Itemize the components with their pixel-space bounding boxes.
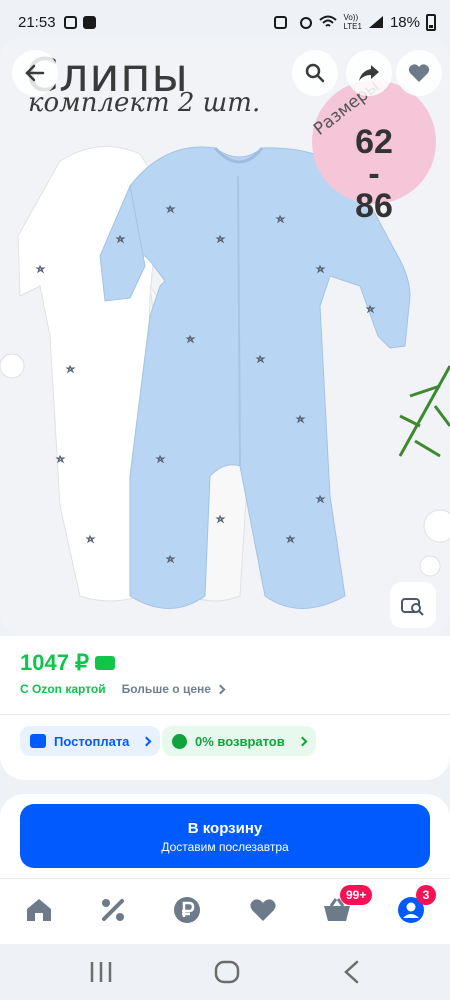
price-card: 1047 ₽ С Ozon картой Больше о цене Посто… — [0, 636, 450, 780]
favorite-button[interactable] — [396, 50, 442, 96]
status-time: 21:53 — [18, 13, 56, 31]
ruble-icon — [174, 897, 200, 923]
cart-panel: В корзину Доставим послезавтра — [0, 794, 450, 884]
signal-icon — [368, 16, 383, 28]
system-nav-bar — [0, 944, 450, 1000]
back-arrow-icon — [25, 64, 45, 82]
returns-icon — [172, 733, 187, 749]
returns-chip[interactable]: 0% возвратов — [162, 726, 316, 756]
gallery-notification-icon — [63, 15, 77, 29]
delivery-label: Доставим послезавтра — [161, 840, 289, 854]
back-button-icon[interactable] — [342, 960, 362, 984]
chevron-right-icon — [215, 684, 226, 694]
share-button[interactable] — [346, 50, 392, 96]
size-value: 62 - 86 — [355, 123, 393, 225]
image-search-button[interactable] — [390, 582, 436, 628]
price-row[interactable]: 1047 ₽ — [20, 650, 116, 676]
nav-profile[interactable]: 3 — [396, 885, 436, 925]
bottom-nav: 99+ 3 — [0, 878, 450, 944]
ozon-card-icon — [95, 656, 116, 670]
size-badge: Размеры 62 - 86 — [310, 76, 436, 223]
more-about-price-link[interactable]: Больше о цене — [122, 682, 211, 696]
heart-icon — [250, 899, 276, 921]
search-icon — [305, 63, 325, 83]
app-notification-icon — [82, 15, 96, 29]
camera-search-icon — [401, 598, 424, 616]
profile-badge: 3 — [416, 885, 436, 905]
chevron-right-icon — [297, 736, 308, 746]
search-button[interactable] — [292, 50, 338, 96]
home-icon — [27, 899, 51, 921]
nav-cart[interactable]: 99+ — [322, 885, 373, 925]
nav-finance[interactable] — [172, 895, 202, 925]
nav-promo[interactable] — [98, 895, 128, 925]
chevron-right-icon — [141, 736, 152, 746]
signal-label: Vo)) LTE1 — [343, 13, 362, 31]
wifi-icon — [319, 15, 338, 27]
lock-icon — [274, 15, 288, 29]
back-button[interactable] — [12, 50, 58, 96]
recent-apps-icon[interactable] — [88, 960, 114, 984]
battery-icon — [426, 13, 436, 31]
price-details-row[interactable]: С Ozon картой Больше о цене — [20, 682, 226, 696]
product-gallery[interactable]: Слипы комплект 2 шт. Размеры 62 - 86 — [0, 36, 450, 636]
returns-label: 0% возвратов — [195, 733, 285, 749]
heart-icon — [408, 64, 430, 82]
alarm-icon — [300, 17, 313, 29]
postpay-label: Постоплата — [54, 733, 130, 749]
postpay-card-icon — [30, 734, 46, 748]
share-icon — [359, 65, 379, 81]
postpay-chip[interactable]: Постоплата — [20, 726, 161, 756]
cart-badge: 99+ — [340, 885, 373, 905]
percent-icon — [102, 899, 124, 921]
battery-percent: 18% — [389, 13, 420, 31]
divider — [0, 714, 450, 715]
ozon-card-label: С Ozon картой — [20, 682, 106, 696]
nav-favorites[interactable] — [248, 895, 278, 925]
home-button-icon[interactable] — [214, 960, 240, 984]
photo-subtitle: комплект 2 шт. — [28, 88, 261, 118]
add-to-cart-label: В корзину — [187, 820, 263, 837]
price-value: 1047 ₽ — [20, 650, 90, 675]
add-to-cart-button[interactable]: В корзину Доставим послезавтра — [20, 804, 430, 868]
nav-home[interactable] — [24, 895, 54, 925]
